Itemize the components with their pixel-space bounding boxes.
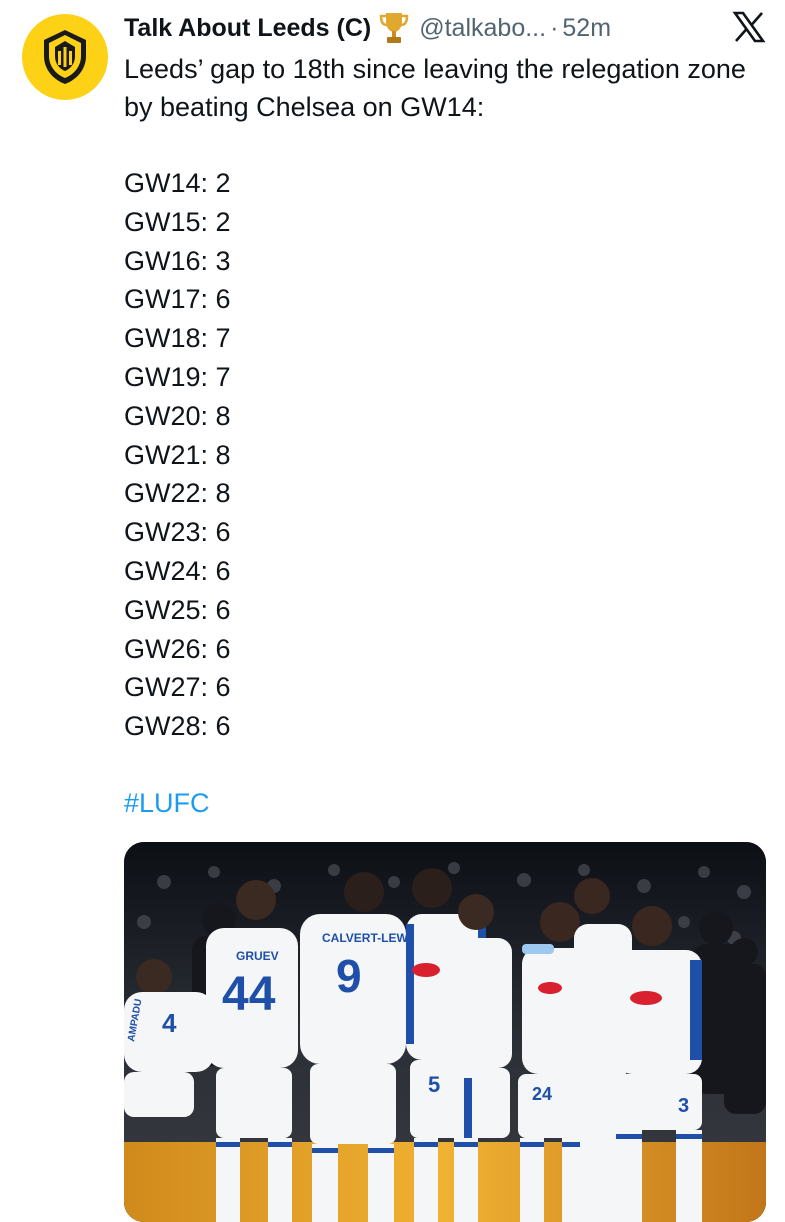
player-name: CALVERT-LEWIN <box>322 931 420 945</box>
stat-line: GW20: 8 <box>124 400 231 431</box>
player-number: 44 <box>222 968 276 1021</box>
stat-line: GW16: 3 <box>124 245 231 276</box>
x-logo-icon <box>732 10 766 44</box>
tweet-text: Leeds’ gap to 18th since leaving the rel… <box>124 54 746 122</box>
player-gruev: GRUEV 44 <box>206 880 298 1222</box>
handle[interactable]: @talkabo... <box>419 14 546 43</box>
stat-line: GW25: 6 <box>124 594 231 625</box>
tweet-header: Talk About Leeds (C) @talkabo... · 52m <box>124 8 774 48</box>
player-number: 9 <box>336 950 362 1002</box>
players-layer: 4 AMPADU GRUEV 44 CALVERT-LEWIN 9 5 24 3 <box>124 868 766 1222</box>
player-name: GRUEV <box>236 949 279 963</box>
player-calvert-lewin: CALVERT-LEWIN 9 <box>300 872 420 1222</box>
stat-line: GW19: 7 <box>124 361 231 392</box>
player-number: 24 <box>532 1084 552 1104</box>
player-number: 5 <box>428 1072 440 1097</box>
stat-line: GW18: 7 <box>124 323 231 354</box>
separator: · <box>550 13 559 42</box>
hashtag-link[interactable]: #LUFC <box>124 784 210 822</box>
stat-line: GW14: 2 <box>124 168 231 198</box>
tweet-media-photo[interactable]: 4 AMPADU GRUEV 44 CALVERT-LEWIN 9 5 24 3 <box>124 842 766 1222</box>
stat-line: GW15: 2 <box>124 206 231 237</box>
stat-line: GW17: 6 <box>124 284 231 315</box>
player-number: 3 <box>678 1095 689 1117</box>
stat-line: GW23: 6 <box>124 517 231 548</box>
stat-line: GW24: 6 <box>124 555 231 586</box>
stat-line: GW26: 6 <box>124 633 231 664</box>
stat-line: GW27: 6 <box>124 672 231 703</box>
player-number: 4 <box>162 1008 177 1038</box>
leeds-crest-icon <box>44 30 86 84</box>
player-3: 3 <box>612 906 702 1222</box>
avatar[interactable] <box>22 14 108 100</box>
stat-line: GW22: 8 <box>124 478 231 509</box>
stat-line: GW28: 6 <box>124 711 231 742</box>
stats-list: GW14: 2 GW15: 2 GW16: 3 GW17: 6 GW18: 7 … <box>124 164 231 746</box>
timestamp[interactable]: 52m <box>562 14 611 43</box>
stat-line: GW21: 8 <box>124 439 231 470</box>
display-name[interactable]: Talk About Leeds (C) <box>124 14 371 43</box>
trophy-icon <box>379 10 411 46</box>
